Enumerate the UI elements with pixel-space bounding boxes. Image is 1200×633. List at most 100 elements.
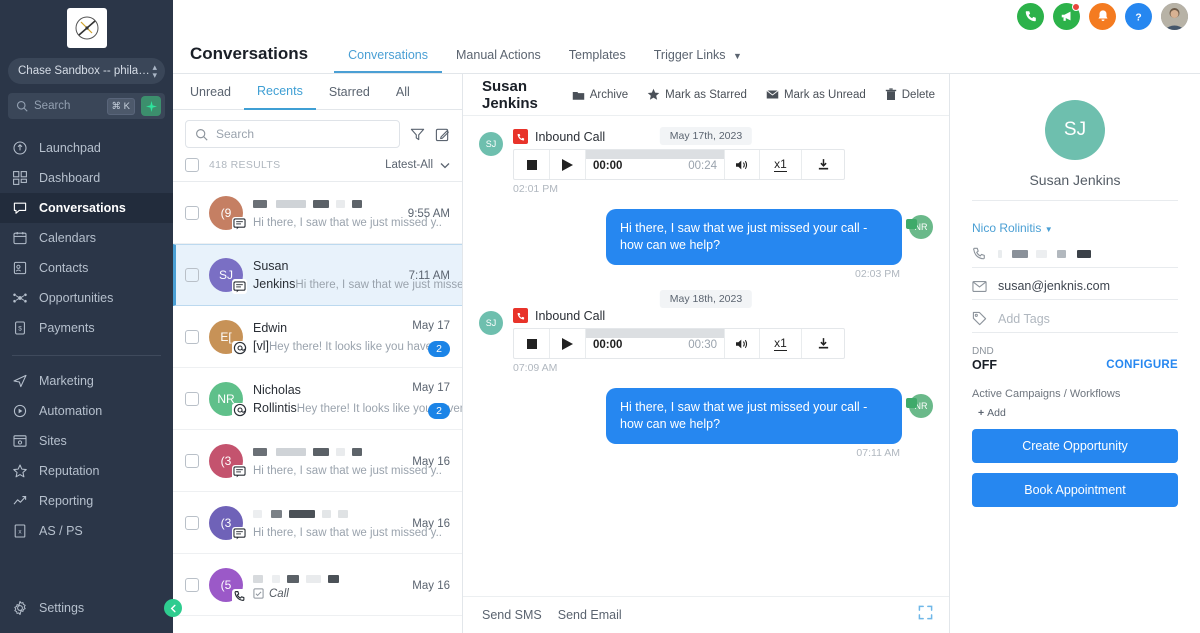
workspace-selector[interactable]: Chase Sandbox -- philad... ▴ ▾: [8, 58, 165, 84]
row-checkbox[interactable]: [185, 205, 199, 220]
playback-speed-button[interactable]: x1: [760, 329, 802, 358]
email-field[interactable]: susan@jenknis.com: [972, 272, 1178, 300]
sidebar-item-opportunities[interactable]: Opportunities: [0, 283, 173, 313]
sidebar-item-settings[interactable]: Settings: [0, 593, 173, 623]
help-icon[interactable]: ?: [1125, 2, 1152, 30]
tags-field[interactable]: Add Tags: [972, 304, 1178, 333]
conversation-row[interactable]: (5 Call May 16: [173, 554, 462, 616]
volume-icon[interactable]: [724, 150, 760, 179]
tab-trigger-links[interactable]: Trigger Links ▼: [640, 48, 756, 73]
sidebar-item-automation[interactable]: Automation: [0, 396, 173, 426]
action-label: Delete: [901, 88, 935, 101]
filter-tab-recents[interactable]: Recents: [244, 74, 316, 110]
avatar: (3: [209, 505, 247, 542]
contact-owner-selector[interactable]: Nico Rolinitis ▼: [972, 221, 1178, 235]
bell-icon[interactable]: [1089, 2, 1116, 30]
tab-conversations[interactable]: Conversations: [334, 48, 442, 73]
sidebar-item-reputation[interactable]: Reputation: [0, 456, 173, 486]
add-campaign-button[interactable]: + Add: [978, 407, 1178, 419]
sidebar-item-payments[interactable]: $ Payments: [0, 313, 173, 343]
volume-icon[interactable]: [724, 329, 760, 358]
thread-header: Susan Jenkins Archive Mark as Starred Ma…: [463, 74, 949, 116]
user-avatar[interactable]: [1161, 2, 1188, 30]
expand-icon[interactable]: [918, 605, 933, 625]
audio-player[interactable]: 00:00 00:24 x1: [513, 149, 845, 180]
playback-speed-button[interactable]: x1: [760, 150, 802, 179]
sidebar-item-contacts[interactable]: Contacts: [0, 253, 173, 283]
phone-icon[interactable]: [1017, 2, 1044, 30]
row-timestamp: 7:11 AM: [408, 270, 450, 282]
sidebar-item-marketing[interactable]: Marketing: [0, 366, 173, 396]
page-header: Conversations Conversations Manual Actio…: [173, 32, 1200, 74]
conversation-search-input[interactable]: Search: [185, 120, 400, 148]
send-email-tab[interactable]: Send Email: [558, 608, 622, 622]
sidebar-item-as-ps[interactable]: x AS / PS: [0, 516, 173, 546]
sparkle-icon[interactable]: [141, 96, 161, 116]
sidebar-item-label: Calendars: [39, 231, 96, 245]
play-icon[interactable]: [550, 150, 586, 179]
contact-card-icon: [13, 261, 27, 275]
phone-field[interactable]: [972, 239, 1178, 268]
message-icon: [232, 464, 247, 480]
audio-player[interactable]: 00:00 00:30 x1: [513, 328, 845, 359]
sidebar-item-dashboard[interactable]: Dashboard: [0, 163, 173, 193]
filter-tab-unread[interactable]: Unread: [177, 75, 244, 109]
sidebar-search[interactable]: Search ⌘ K: [8, 93, 165, 119]
row-checkbox[interactable]: [185, 268, 199, 282]
search-shortcut: ⌘ K: [106, 97, 135, 115]
conversation-row[interactable]: (3 Hi there, I saw that we just missed y.…: [173, 492, 462, 554]
play-icon[interactable]: [550, 329, 586, 358]
dnd-label: DND: [972, 346, 994, 357]
notification-dot: [1072, 2, 1080, 11]
archive-button[interactable]: Archive: [572, 89, 628, 101]
filter-tab-starred[interactable]: Starred: [316, 75, 383, 109]
tab-manual-actions[interactable]: Manual Actions: [442, 48, 555, 73]
sort-selector[interactable]: Latest-All: [385, 159, 450, 171]
sidebar-item-sites[interactable]: Sites: [0, 426, 173, 456]
payments-icon: $: [15, 321, 25, 335]
conversation-row[interactable]: NR Nicholas RollintisHey there! It looks …: [173, 368, 462, 430]
filter-tab-all[interactable]: All: [383, 75, 423, 109]
sidebar-item-reporting[interactable]: Reporting: [0, 486, 173, 516]
tab-templates[interactable]: Templates: [555, 48, 640, 73]
sidebar-item-conversations[interactable]: Conversations: [0, 193, 173, 223]
download-icon[interactable]: [802, 150, 844, 179]
sidebar-collapse-button[interactable]: [164, 599, 182, 617]
message-timestamp: 07:11 AM: [856, 447, 900, 459]
sidebar-item-launchpad[interactable]: Launchpad: [0, 133, 173, 163]
row-checkbox[interactable]: [185, 329, 199, 344]
send-sms-tab[interactable]: Send SMS: [482, 608, 542, 622]
row-checkbox[interactable]: [185, 515, 199, 530]
row-timestamp: May 16: [412, 579, 450, 592]
row-checkbox[interactable]: [185, 453, 199, 468]
conversation-row[interactable]: E[Edwin [vl]Hey there! It looks like you…: [173, 306, 462, 368]
thread-contact-name: Susan Jenkins: [482, 77, 538, 112]
compose-pencil-icon[interactable]: [435, 127, 450, 142]
configure-link[interactable]: CONFIGURE: [1106, 359, 1178, 371]
audio-progress-track[interactable]: 00:00 00:30: [586, 329, 724, 358]
composer-bar: Send SMS Send Email: [463, 596, 949, 633]
opportunities-icon: [13, 293, 27, 303]
audio-progress-track[interactable]: 00:00 00:24: [586, 150, 724, 179]
sidebar-search-placeholder: Search: [34, 100, 71, 112]
row-checkbox[interactable]: [185, 391, 199, 406]
create-opportunity-button[interactable]: Create Opportunity: [972, 429, 1178, 463]
row-checkbox[interactable]: [185, 577, 199, 592]
inbound-call-icon: [513, 308, 528, 323]
delete-button[interactable]: Delete: [885, 88, 935, 101]
conversation-filter-tabs: Unread Recents Starred All: [173, 74, 462, 110]
conversation-row[interactable]: (9 Hi there, I saw that we just missed y.…: [173, 182, 462, 244]
stop-icon[interactable]: [514, 329, 550, 358]
conversation-row[interactable]: (3 Hi there, I saw that we just missed y.…: [173, 430, 462, 492]
sidebar-item-calendars[interactable]: Calendars: [0, 223, 173, 253]
download-icon[interactable]: [802, 329, 844, 358]
megaphone-icon[interactable]: [1053, 2, 1080, 30]
mark-as-unread-button[interactable]: Mark as Unread: [766, 89, 866, 101]
stop-icon[interactable]: [514, 150, 550, 179]
book-appointment-button[interactable]: Book Appointment: [972, 473, 1178, 507]
select-all-checkbox[interactable]: [185, 158, 199, 172]
message-bubble: Hi there, I saw that we just missed your…: [606, 209, 902, 265]
mark-as-starred-button[interactable]: Mark as Starred: [647, 88, 747, 101]
funnel-icon[interactable]: [410, 127, 425, 142]
conversation-row[interactable]: SJ Susan JenkinsHi there, I saw that we j…: [173, 244, 462, 306]
